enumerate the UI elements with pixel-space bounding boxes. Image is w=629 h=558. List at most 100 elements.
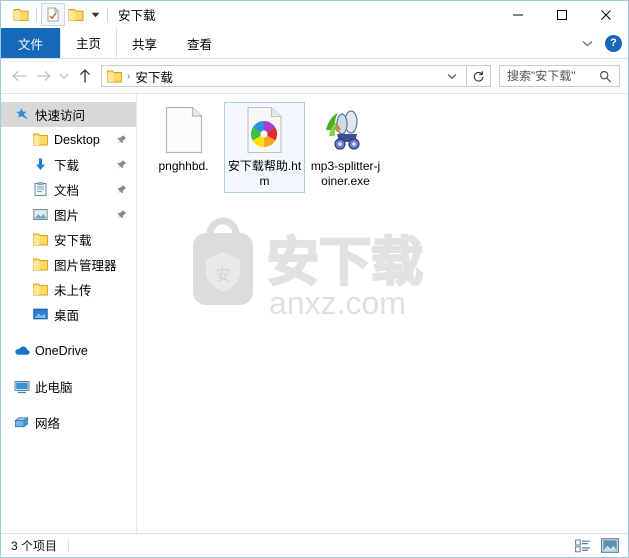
breadcrumb-separator: › [127,70,131,82]
sidebar-item-documents[interactable]: 文档 [1,177,136,202]
maximize-button[interactable] [540,1,584,28]
pin-icon[interactable] [116,159,127,170]
file-name: pnghhbd. [158,159,209,173]
forward-button[interactable] [31,64,55,88]
sidebar-item-anxiazai[interactable]: 安下载 [1,227,136,252]
sidebar-item-label: 文档 [54,184,80,198]
sidebar-item-label: 网络 [35,417,61,431]
tab-share[interactable]: 共享 [117,28,172,58]
tab-home[interactable]: 主页 [60,28,118,58]
sidebar-item-label: 此电脑 [35,381,73,395]
toolbar-separator-2 [107,7,108,22]
this-pc-icon [13,378,30,395]
large-icons-view-button[interactable] [600,537,620,555]
star-pin-icon [13,106,30,123]
properties-icon[interactable] [41,3,65,26]
watermark-site-text: anxz.com [269,285,406,321]
ribbon-right-controls: ? [578,28,622,58]
desktop-icon [32,306,49,323]
search-icon[interactable] [597,70,619,83]
sidebar-item-label: 桌面 [54,309,80,323]
sidebar-item-not-uploaded[interactable]: 未上传 [1,277,136,302]
close-button[interactable] [584,1,628,28]
sidebar-item-label: 下载 [54,159,80,173]
chrome-html-icon [241,106,289,154]
blank-document-icon [160,106,208,154]
search-input[interactable] [500,68,597,84]
sidebar-item-label: 安下载 [54,234,92,248]
file-grid: pnghhbd. 安下载帮助.htm mp3-splitter-joiner.e… [137,94,628,193]
pin-icon[interactable] [116,134,127,145]
help-button[interactable]: ? [605,34,622,52]
item-count-label: 3 个项目 [11,539,58,553]
minimize-button[interactable] [496,1,540,28]
navigation-pane: 快速访问 Desktop 下载 文档 图片 安下载 图片管理器 未上传 桌面 O… [1,94,137,533]
view-toggle-group [573,537,620,555]
sidebar-item-onedrive[interactable]: OneDrive [1,338,136,363]
explorer-window: 安下载 文件 主页 共享 查看 ? › 安下载 搜索"安下载" 快速访问 Des… [0,0,629,558]
watermark-badge-text: 安 [215,267,230,284]
sidebar-item-label: Desktop [54,132,100,147]
onedrive-cloud-icon [13,342,30,359]
breadcrumb-folder-icon [102,70,125,83]
folder-icon [32,231,49,248]
status-bar: 3 个项目 [1,533,628,557]
sidebar-item-label: OneDrive [35,343,88,358]
up-button[interactable] [73,64,97,88]
breadcrumb[interactable]: › 安下载 [101,65,467,87]
chevron-down-icon[interactable] [87,4,103,25]
folder-icon [32,281,49,298]
quick-access-toolbar: 安下载 [1,3,156,26]
folder-icon [32,131,49,148]
file-item[interactable]: 安下载帮助.htm [224,102,305,193]
search-box[interactable] [499,65,620,87]
nav-spacer-1 [1,327,136,338]
sidebar-item-desktop-cn[interactable]: 桌面 [1,302,136,327]
file-name: mp3-splitter-joiner.exe [310,159,381,188]
ribbon-tab-bar: 文件 主页 共享 查看 ? [1,28,628,59]
sidebar-item-downloads[interactable]: 下载 [1,152,136,177]
sidebar-item-label: 快速访问 [35,109,86,123]
download-arrow-icon [32,156,49,173]
breadcrumb-dropdown-icon[interactable] [438,73,466,80]
folder-icon[interactable] [10,4,32,25]
sidebar-item-label: 图片 [54,209,80,223]
sidebar-item-label: 图片管理器 [54,259,117,273]
back-button[interactable] [7,64,31,88]
sidebar-item-picture-manager[interactable]: 图片管理器 [1,252,136,277]
file-name: 安下载帮助.htm [227,159,302,188]
sidebar-item-this-pc[interactable]: 此电脑 [1,374,136,399]
refresh-button[interactable] [467,65,491,87]
window-controls [496,1,628,28]
file-item[interactable]: pnghhbd. [143,102,224,193]
pin-icon[interactable] [116,184,127,195]
watermark-title-text: 安下载 [267,234,423,292]
folder-icon [32,256,49,273]
details-view-button[interactable] [573,537,593,555]
ribbon-expand-chevron-icon[interactable] [578,40,597,47]
tab-file[interactable]: 文件 [1,28,61,58]
pin-icon[interactable] [116,209,127,220]
status-separator [68,539,70,552]
explorer-body: 快速访问 Desktop 下载 文档 图片 安下载 图片管理器 未上传 桌面 O… [1,93,628,533]
sidebar-item-pictures[interactable]: 图片 [1,202,136,227]
documents-icon [32,181,49,198]
file-list-view[interactable]: 安 安下载 anxz.com pnghhbd. 安下载帮助.htm mp3-sp… [137,94,628,533]
pictures-icon [32,206,49,223]
network-icon [13,414,30,431]
sidebar-item-network[interactable]: 网络 [1,410,136,435]
recent-locations-button[interactable] [55,64,73,88]
nav-spacer-3 [1,399,136,410]
file-item[interactable]: mp3-splitter-joiner.exe [305,102,386,193]
sidebar-item-desktop-en[interactable]: Desktop [1,127,136,152]
mp3-splitter-app-icon [322,106,370,154]
watermark-logo: 安 安下载 anxz.com [181,214,446,324]
nav-spacer-2 [1,363,136,374]
new-folder-icon[interactable] [65,4,87,25]
tab-view[interactable]: 查看 [172,28,227,58]
sidebar-item-quick-access[interactable]: 快速访问 [1,102,136,127]
title-bar: 安下载 [1,1,628,28]
address-bar: › 安下载 [1,59,628,93]
breadcrumb-item-0[interactable]: 安下载 [135,67,173,86]
window-title: 安下载 [118,9,156,23]
